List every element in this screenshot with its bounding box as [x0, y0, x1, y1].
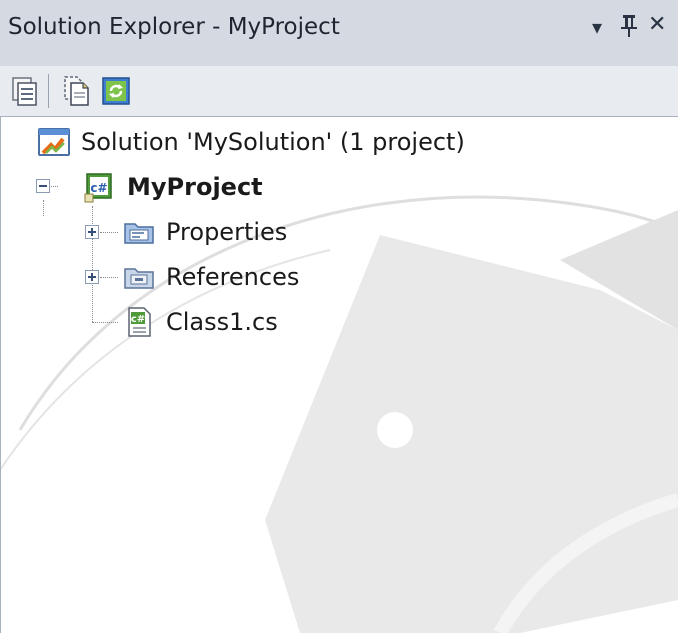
panel-left-border [0, 116, 1, 633]
project-collapse-toggle[interactable] [36, 179, 50, 193]
references-folder-icon [122, 260, 156, 294]
references-label: References [166, 263, 300, 291]
tree-node-solution[interactable]: Solution 'MySolution' (1 project) [37, 122, 465, 162]
auto-hide-pin-icon[interactable] [618, 12, 640, 44]
close-button[interactable]: ✕ [648, 12, 666, 37]
solution-icon [37, 125, 71, 159]
window-position-dropdown[interactable]: ▾ [592, 15, 602, 39]
tree-line [100, 232, 118, 233]
tree-line [43, 200, 44, 216]
svg-text:c#: c# [131, 314, 145, 325]
refresh-icon [102, 77, 130, 105]
solution-label: Solution 'MySolution' (1 project) [81, 128, 465, 156]
tree-line [92, 322, 118, 323]
tree-line [92, 206, 93, 322]
tree-node-project[interactable]: c# MyProject [83, 167, 263, 207]
panel-title: Solution Explorer - MyProject [8, 14, 340, 40]
csharp-file-icon: c# [122, 305, 156, 339]
svg-text:c#: c# [90, 181, 107, 195]
tree-node-class1[interactable]: c# Class1.cs [122, 302, 278, 342]
class1-label: Class1.cs [166, 308, 278, 336]
properties-label: Properties [166, 218, 288, 246]
properties-folder-icon [122, 215, 156, 249]
references-expand-toggle[interactable] [85, 270, 99, 284]
project-label: MyProject [127, 173, 263, 201]
properties-expand-toggle[interactable] [85, 225, 99, 239]
toolbar [0, 66, 678, 117]
title-bar[interactable]: Solution Explorer - MyProject ▾ ✕ [0, 0, 678, 66]
tree-node-properties[interactable]: Properties [122, 212, 287, 252]
properties-button[interactable] [8, 75, 40, 107]
tree-line [100, 277, 118, 278]
csharp-project-icon: c# [83, 170, 117, 204]
tree-node-references[interactable]: References [122, 257, 299, 297]
toolbar-separator [48, 74, 49, 108]
properties-icon [12, 77, 37, 106]
refresh-button[interactable] [100, 75, 132, 107]
solution-explorer-panel: Solution Explorer - MyProject ▾ ✕ Soluti… [0, 0, 678, 633]
show-all-files-button[interactable] [60, 75, 92, 107]
show-all-files-icon [64, 76, 89, 106]
